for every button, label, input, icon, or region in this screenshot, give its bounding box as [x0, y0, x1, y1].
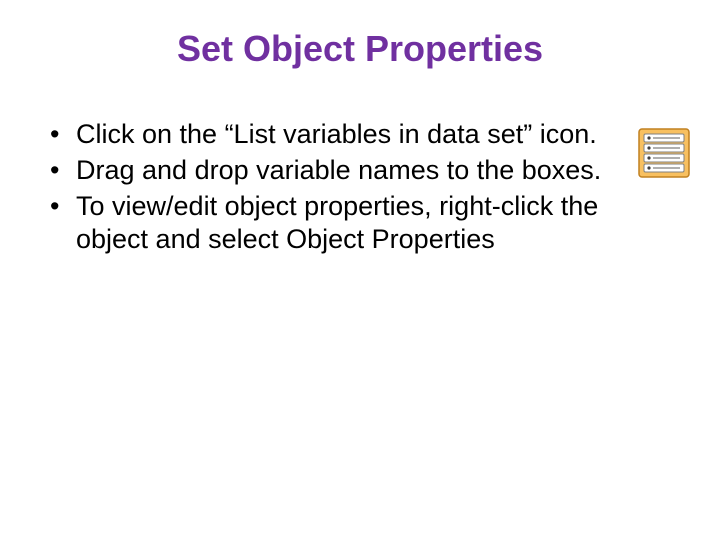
bullet-item: To view/edit object properties, right-cl…: [48, 190, 672, 258]
slide-content: Click on the “List variables in data set…: [0, 90, 720, 257]
bullet-list: Click on the “List variables in data set…: [48, 118, 672, 257]
variable-list-icon: [638, 128, 690, 178]
bullet-item: Click on the “List variables in data set…: [48, 118, 672, 152]
bullet-item: Drag and drop variable names to the boxe…: [48, 154, 672, 188]
slide-title: Set Object Properties: [0, 0, 720, 90]
